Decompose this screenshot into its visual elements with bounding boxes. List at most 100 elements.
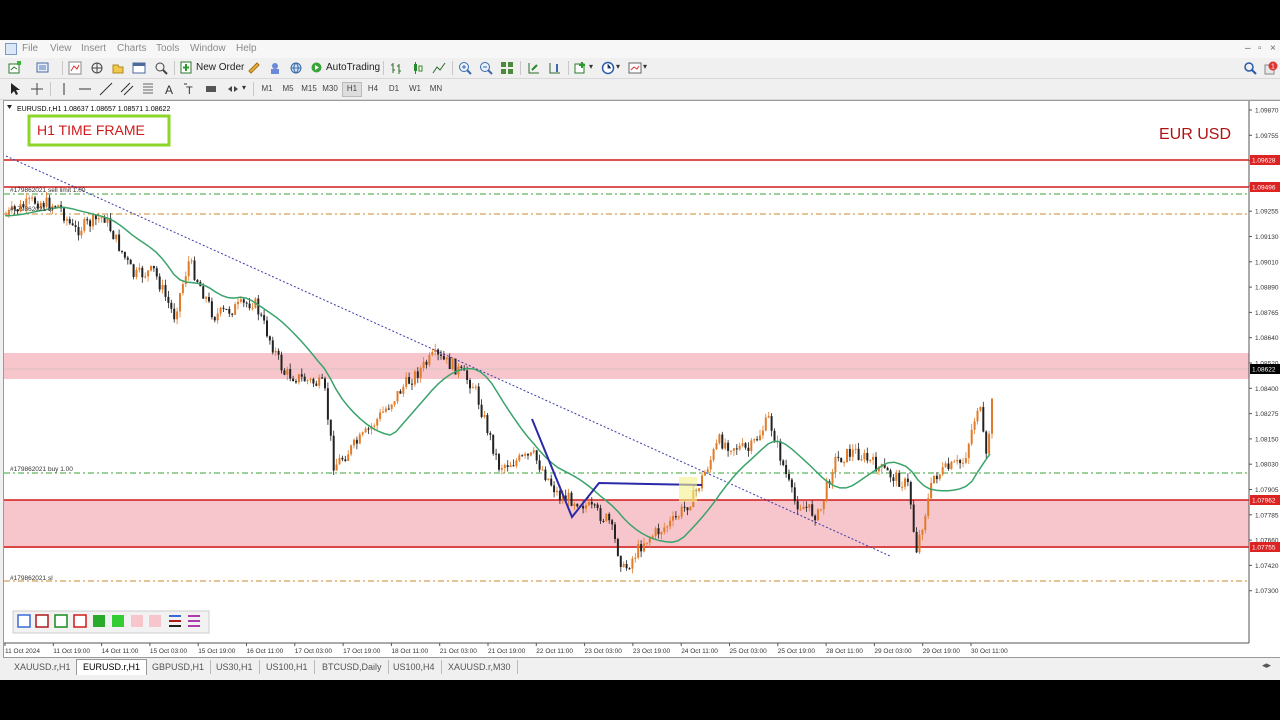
tile-windows-icon[interactable] (500, 61, 514, 75)
vertical-line-icon[interactable] (57, 82, 71, 96)
demand-zone[interactable] (4, 500, 1249, 548)
timeframe-d1[interactable]: D1 (385, 82, 403, 95)
timeframe-w1[interactable]: W1 (406, 82, 424, 95)
timeframe-m15[interactable]: M15 (300, 82, 318, 95)
swatch-green-fill-2[interactable] (112, 615, 124, 627)
candle-body (538, 460, 541, 470)
candle-body (245, 302, 248, 304)
text-icon[interactable]: A (162, 82, 176, 96)
dropdown-arrow-icon[interactable]: ▾ (643, 62, 647, 71)
timeframe-m30[interactable]: M30 (321, 82, 339, 95)
swatch-blue-outline[interactable] (17, 614, 31, 628)
candle-body (935, 475, 938, 480)
channel-icon[interactable] (120, 82, 134, 96)
candle-body (964, 458, 967, 463)
swatch-red-outline-2[interactable] (73, 614, 87, 628)
tab-us30-h1[interactable]: US30,H1 (210, 660, 260, 674)
new-order-button[interactable]: New Order (180, 60, 244, 75)
chart-shift-icon[interactable] (548, 61, 562, 75)
dropdown-arrow-icon[interactable]: ▾ (589, 62, 593, 71)
templates-icon[interactable] (628, 61, 642, 75)
candle-body (895, 472, 898, 481)
timeframe-m5[interactable]: M5 (279, 82, 297, 95)
chart-window[interactable]: 1.098701.097551.094961.093801.092551.091… (3, 100, 1280, 658)
candlestick-icon[interactable] (411, 61, 425, 75)
chart-menu-icon[interactable] (7, 105, 12, 109)
periods-icon[interactable] (601, 61, 615, 75)
fibonacci-icon[interactable] (141, 82, 155, 96)
time-tick-label: 23 Oct 19:00 (633, 648, 671, 655)
horizontal-line-icon[interactable] (78, 82, 92, 96)
candle-body (405, 377, 408, 387)
profiles-icon[interactable] (36, 61, 50, 75)
minimize-icon[interactable]: – (1245, 43, 1251, 54)
menu-file[interactable]: File (22, 43, 38, 54)
search-icon[interactable] (1243, 61, 1257, 75)
navigator-icon[interactable] (111, 61, 125, 75)
tabs-scroll-icon[interactable]: ◂▸ (1262, 660, 1271, 671)
menu-window[interactable]: Window (190, 43, 226, 54)
menu-charts[interactable]: Charts (117, 43, 146, 54)
tab-gbpusd-h1[interactable]: GBPUSD,H1 (146, 660, 212, 674)
bar-chart-icon[interactable] (390, 61, 404, 75)
timeframe-m1[interactable]: M1 (258, 82, 276, 95)
timeframe-h4[interactable]: H4 (364, 82, 382, 95)
candle-body (918, 534, 921, 553)
cursor-icon[interactable] (8, 82, 22, 96)
new-chart-icon[interactable] (8, 61, 22, 75)
restore-icon[interactable]: ▫ (1258, 43, 1262, 54)
menu-help[interactable]: Help (236, 43, 257, 54)
menu-view[interactable]: View (50, 43, 72, 54)
data-window-icon[interactable] (90, 61, 104, 75)
market-icon[interactable] (289, 61, 303, 75)
swatch-red-outline[interactable] (35, 614, 49, 628)
auto-scroll-icon[interactable] (527, 61, 541, 75)
notifications-icon[interactable]: 1 (1264, 61, 1278, 75)
arrows-icon[interactable] (226, 82, 240, 96)
terminal-icon[interactable] (132, 61, 146, 75)
indicators-icon[interactable] (574, 61, 588, 75)
strategy-tester-icon[interactable] (154, 61, 168, 75)
candle-body (654, 528, 657, 537)
candle-body (515, 460, 518, 466)
dropdown-arrow-icon[interactable]: ▾ (242, 83, 246, 92)
metaeditor-icon[interactable] (247, 61, 261, 75)
tab-us100-h4[interactable]: US100,H4 (387, 660, 442, 674)
menu-insert[interactable]: Insert (81, 43, 106, 54)
swatch-pink-fill[interactable] (131, 615, 143, 627)
swatch-green-outline[interactable] (54, 614, 68, 628)
supply-zone[interactable] (4, 353, 1249, 379)
standard-toolbar: New Order AutoTrading ▾ ▾ ▾ 1 (0, 58, 1280, 79)
signals-icon[interactable] (268, 61, 282, 75)
candle-body (721, 434, 724, 449)
candle-body (570, 492, 573, 506)
tab-xauusd-h1[interactable]: XAUUSD.r,H1 (8, 660, 78, 674)
autotrading-button[interactable]: AutoTrading (310, 60, 380, 75)
line-chart-icon[interactable] (432, 61, 446, 75)
candle-body (205, 297, 208, 299)
text-label-icon[interactable]: T (183, 82, 197, 96)
rectangle-icon[interactable] (204, 82, 218, 96)
swatch-pink-fill-2[interactable] (149, 615, 161, 627)
crosshair-icon[interactable] (30, 82, 44, 96)
tab-xauusd-m30[interactable]: XAUUSD.r,M30 (442, 660, 518, 674)
timeframe-h1[interactable]: H1 (342, 82, 362, 97)
zoom-out-icon[interactable] (479, 61, 493, 75)
zoom-in-icon[interactable] (458, 61, 472, 75)
tab-btcusd-daily[interactable]: BTCUSD,Daily (316, 660, 389, 674)
candle-body (147, 270, 150, 277)
trendline-icon[interactable] (99, 82, 113, 96)
dropdown-arrow-icon[interactable]: ▾ (616, 62, 620, 71)
timeframe-mn[interactable]: MN (427, 82, 445, 95)
menu-tools[interactable]: Tools (156, 43, 179, 54)
candle-body (318, 377, 321, 386)
candle-body (184, 276, 187, 285)
market-watch-icon[interactable] (68, 61, 82, 75)
tab-us100-h1[interactable]: US100,H1 (260, 660, 315, 674)
candle-body (480, 404, 483, 417)
close-icon[interactable]: × (1270, 43, 1276, 54)
swatch-green-fill[interactable] (93, 615, 105, 627)
price-chart[interactable]: 1.098701.097551.094961.093801.092551.091… (4, 101, 1280, 657)
candle-body (672, 516, 674, 521)
tab-eurusd-h1[interactable]: EURUSD.r,H1 (76, 659, 148, 675)
